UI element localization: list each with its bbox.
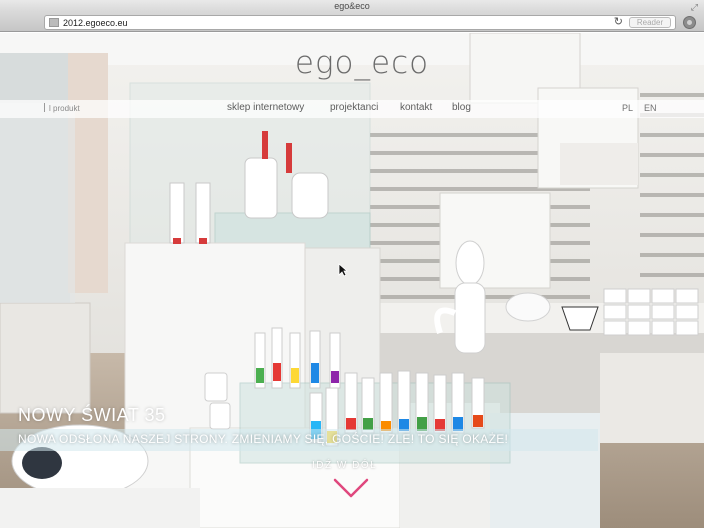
language-pl[interactable]: PL: [622, 103, 633, 113]
window-title-bar: ego&eco ⤢: [0, 0, 704, 12]
hero-title: NOWY ŚWIAT 35: [18, 405, 166, 425]
cursor-icon: [338, 263, 348, 277]
page-content: ego_eco l produkt sklep internetowy proj…: [0, 33, 704, 528]
browser-toolbar: 2012.egoeco.eu ↻ Reader: [0, 12, 704, 32]
chevron-down-icon[interactable]: [331, 476, 371, 500]
divider: [44, 103, 45, 112]
nav-left-label[interactable]: l produkt: [44, 103, 80, 113]
window-title: ego&eco: [334, 1, 370, 11]
hero-subtitle: NOWA ODSŁONA NASZEJ STRONY. ZMIENIAMY SI…: [18, 432, 509, 446]
site-nav: l produkt sklep internetowy projektanci …: [0, 100, 704, 118]
nav-item-sklep-internetowy[interactable]: sklep internetowy: [227, 102, 304, 113]
address-bar[interactable]: 2012.egoeco.eu ↻ Reader: [44, 15, 676, 30]
nav-left-text[interactable]: l produkt: [49, 104, 80, 113]
scroll-down-link[interactable]: IDŹ W DÓŁ: [312, 460, 377, 471]
favicon-icon: [49, 18, 59, 27]
nav-item-projektanci[interactable]: projektanci: [330, 102, 378, 113]
language-en[interactable]: EN: [644, 103, 657, 113]
reader-button[interactable]: Reader: [629, 17, 671, 28]
reload-icon[interactable]: ↻: [614, 16, 623, 29]
nav-item-kontakt[interactable]: kontakt: [400, 102, 432, 113]
downloads-icon[interactable]: [683, 16, 696, 29]
url-text[interactable]: 2012.egoeco.eu: [63, 17, 128, 29]
nav-item-blog[interactable]: blog: [452, 102, 471, 113]
site-logo[interactable]: ego_eco: [282, 45, 442, 81]
